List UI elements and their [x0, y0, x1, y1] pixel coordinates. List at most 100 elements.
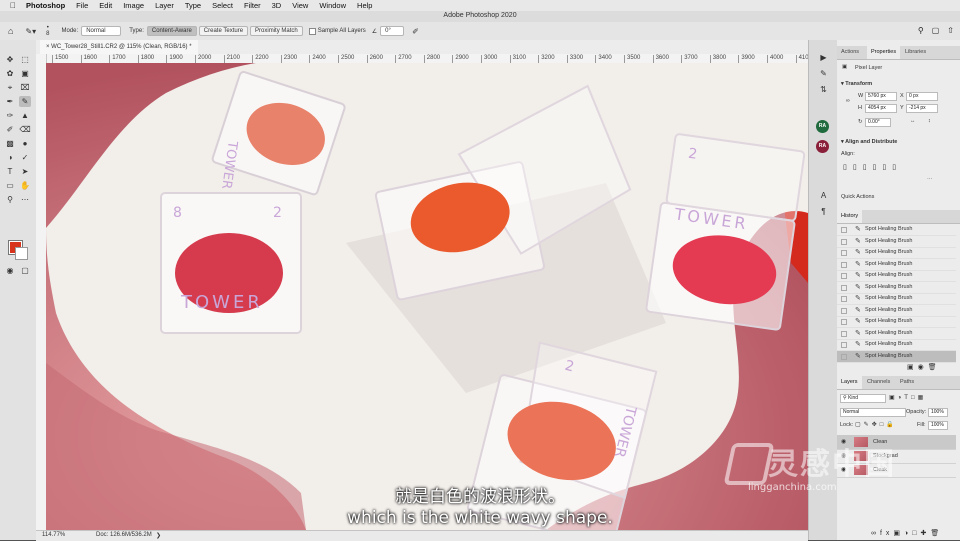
share-icon[interactable]: ⇧ [947, 26, 954, 35]
zoom-level[interactable]: 114.77% [42, 532, 65, 538]
tab-libraries[interactable]: Libraries [905, 49, 926, 55]
history-item[interactable]: ✎ Spot Healing Brush [837, 224, 956, 236]
tab-actions[interactable]: Actions [841, 49, 859, 55]
history-item[interactable]: ✎ Spot Healing Brush [837, 247, 956, 259]
menu-file[interactable]: File [76, 1, 88, 10]
menu-filter[interactable]: Filter [244, 1, 261, 10]
brush-settings-icon[interactable]: ✎ [818, 68, 829, 79]
blend-mode-select[interactable]: Normal [840, 408, 906, 417]
history-item[interactable]: ✎ Spot Healing Brush [837, 328, 956, 340]
width-input[interactable]: 5760 px [865, 92, 897, 101]
character-panel-icon[interactable]: A [818, 190, 829, 201]
brush-size-picker[interactable]: • 8 [46, 25, 49, 37]
flip-horizontal-icon[interactable]: ↔ [910, 118, 916, 124]
flip-vertical-icon[interactable]: ↕ [928, 118, 931, 124]
menu-edit[interactable]: Edit [99, 1, 112, 10]
history-item[interactable]: ✎ Spot Healing Brush [837, 270, 956, 282]
object-select-tool-icon[interactable]: ▣ [19, 68, 31, 79]
search-icon[interactable]: ⚲ [918, 26, 924, 35]
apple-menu-icon[interactable]:  [10, 1, 16, 10]
more-options-icon[interactable]: ⋯ [927, 177, 933, 183]
history-snapshot-checkbox[interactable] [841, 238, 847, 245]
sample-all-layers-checkbox[interactable]: Sample All Layers [308, 27, 366, 35]
angle-input[interactable]: 0° [380, 26, 405, 36]
actions-panel-icon[interactable]: ▶ [818, 52, 829, 63]
history-snapshot-checkbox[interactable] [841, 261, 847, 268]
crop-tool-icon[interactable]: ⌖ [4, 82, 16, 93]
menu-type[interactable]: Type [185, 1, 201, 10]
history-item[interactable]: ✎ Spot Healing Brush [837, 236, 956, 248]
history-snapshot-checkbox[interactable] [841, 296, 847, 302]
dodge-tool-icon[interactable]: ◑ [4, 152, 16, 163]
link-icon[interactable]: ∞ [846, 98, 850, 104]
content-aware-button[interactable]: Content-Aware [146, 26, 197, 36]
fill-input[interactable]: 100% [928, 421, 948, 430]
menu-help[interactable]: Help [357, 1, 372, 10]
home-icon[interactable]: ⌂ [8, 26, 13, 36]
quick-actions-title[interactable]: Quick Actions [841, 194, 874, 200]
tab-properties[interactable]: Properties [867, 46, 901, 59]
gradient-tool-icon[interactable]: ▩ [4, 138, 16, 149]
history-snapshot-checkbox[interactable] [841, 284, 847, 291]
history-item[interactable]: ✎ Spot Healing Brush [837, 282, 956, 294]
history-snapshot-checkbox[interactable] [841, 353, 847, 360]
y-input[interactable]: -214 px [906, 104, 938, 113]
menu-layer[interactable]: Layer [155, 1, 174, 10]
spot-healing-tool-icon[interactable]: ✎ [19, 96, 31, 107]
history-item[interactable]: ✎ Spot Healing Brush [837, 316, 956, 328]
history-snapshot-checkbox[interactable] [841, 250, 847, 256]
layer-filter-icons[interactable]: ▣◑T□▦ [889, 394, 926, 401]
tab-channels[interactable]: Channels [867, 379, 890, 385]
menu-image[interactable]: Image [123, 1, 144, 10]
height-input[interactable]: 4054 px [865, 104, 897, 113]
tab-paths[interactable]: Paths [900, 379, 914, 385]
transform-section-title[interactable]: ▾ Transform [841, 81, 872, 87]
mode-select[interactable]: Normal [81, 26, 122, 36]
x-input[interactable]: 0 px [906, 92, 938, 101]
menu-app-name[interactable]: Photoshop [26, 1, 65, 10]
layer-filter-kind[interactable]: ⚲ Kind [840, 394, 886, 403]
eyedropper-tool-icon[interactable]: ✒ [4, 96, 16, 107]
layer-actions[interactable]: ∞fx▣◑□✚🗑 [871, 529, 943, 537]
quick-mask-icon[interactable]: ◉ [4, 265, 16, 276]
menu-view[interactable]: View [292, 1, 308, 10]
history-snapshot-checkbox[interactable] [841, 307, 847, 314]
doc-size-info[interactable]: Doc: 126.6M/536.2M [96, 532, 152, 538]
move-tool-icon[interactable]: ✥ [4, 54, 16, 65]
tab-layers[interactable]: Layers [837, 376, 862, 389]
adjust-icon[interactable]: ⇅ [818, 84, 829, 95]
paragraph-panel-icon[interactable]: ¶ [818, 206, 829, 217]
history-item[interactable]: ✎ Spot Healing Brush [837, 339, 956, 351]
workspace-icon[interactable]: ▢ [932, 26, 940, 35]
more-tools-icon[interactable]: ⋯ [19, 194, 31, 205]
tab-history[interactable]: History [837, 210, 863, 223]
history-snapshot-checkbox[interactable] [841, 227, 847, 233]
history-item[interactable]: ✎ Spot Healing Brush [837, 293, 956, 305]
blur-tool-icon[interactable]: ● [19, 138, 31, 149]
background-color-swatch[interactable] [15, 247, 28, 260]
hand-tool-icon[interactable]: ✋ [19, 180, 31, 191]
rectangle-tool-icon[interactable]: ▭ [4, 180, 16, 191]
collaborator-avatar[interactable]: RA [816, 140, 829, 153]
menu-select[interactable]: Select [212, 1, 233, 10]
lock-icons[interactable]: ▢✎✥□🔒 [855, 421, 897, 428]
eraser-tool-icon[interactable]: ⌫ [19, 124, 31, 135]
pen-tool-icon[interactable]: ✓ [19, 152, 31, 163]
brush-tool-icon[interactable]: ✑ [4, 110, 16, 121]
document-tab[interactable]: × WC_Tower28_Still1.CR2 @ 115% (Clean, R… [40, 40, 198, 54]
frame-tool-icon[interactable]: ⌧ [19, 82, 31, 93]
pressure-size-icon[interactable]: ✐ [412, 27, 419, 36]
create-texture-button[interactable]: Create Texture [198, 26, 249, 36]
history-snapshot-checkbox[interactable] [841, 342, 847, 348]
path-select-tool-icon[interactable]: ➤ [19, 166, 31, 177]
stamp-tool-icon[interactable]: ▲ [19, 110, 31, 121]
opacity-input[interactable]: 100% [928, 408, 948, 417]
tool-preset-picker[interactable]: ✎▾ [25, 27, 36, 36]
angle-input[interactable]: 0.00° [865, 118, 891, 127]
status-chevron-icon[interactable]: ❯ [156, 532, 161, 539]
align-section-title[interactable]: ▾ Align and Distribute [841, 139, 897, 145]
image-canvas[interactable]: TOWER 8 2 TOWER 2 TOWER 2 TOWER [46, 63, 808, 530]
history-snapshot-checkbox[interactable] [841, 273, 847, 279]
lasso-tool-icon[interactable]: ✿ [4, 68, 16, 79]
align-buttons-row[interactable]: ▯▯▯▯▯▯ [843, 163, 902, 171]
